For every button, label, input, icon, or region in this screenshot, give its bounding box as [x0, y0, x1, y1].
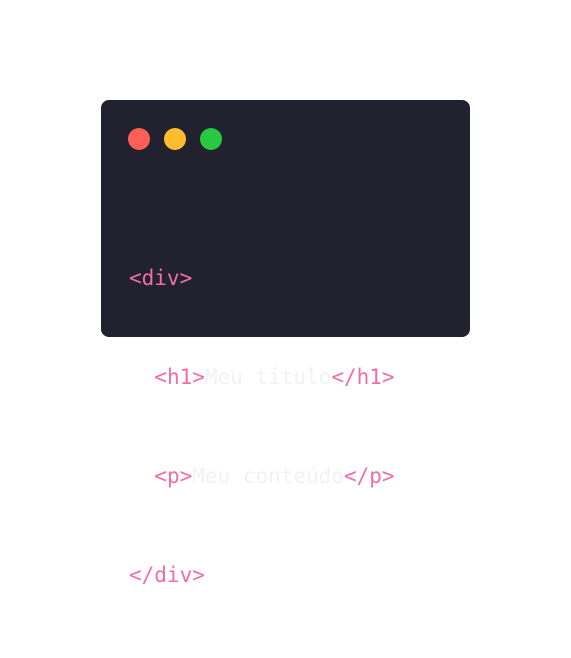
code-line-3: <p>Meu conteúdo</p> — [129, 460, 395, 493]
code-line-2: <h1>Meu título</h1> — [129, 361, 395, 394]
p-open-tag: <p> — [154, 464, 193, 488]
div-close-tag: </div> — [129, 563, 205, 587]
code-line-4: </div> — [129, 559, 395, 592]
h1-text: Meu título — [204, 365, 332, 389]
p-text: Meu conteúdo — [192, 464, 344, 488]
maximize-dot-icon[interactable] — [200, 128, 222, 150]
code-block: <div> <h1>Meu título</h1> <p>Meu conteúd… — [129, 196, 395, 658]
code-line-1: <div> — [129, 262, 395, 295]
p-close-tag: </p> — [343, 464, 395, 488]
code-window: <div> <h1>Meu título</h1> <p>Meu conteúd… — [101, 100, 470, 587]
minimize-dot-icon[interactable] — [164, 128, 186, 150]
window-controls — [128, 128, 222, 150]
h1-open-tag: <h1> — [154, 365, 205, 389]
h1-close-tag: </h1> — [331, 365, 395, 389]
close-dot-icon[interactable] — [128, 128, 150, 150]
div-open-tag: <div> — [129, 266, 193, 290]
